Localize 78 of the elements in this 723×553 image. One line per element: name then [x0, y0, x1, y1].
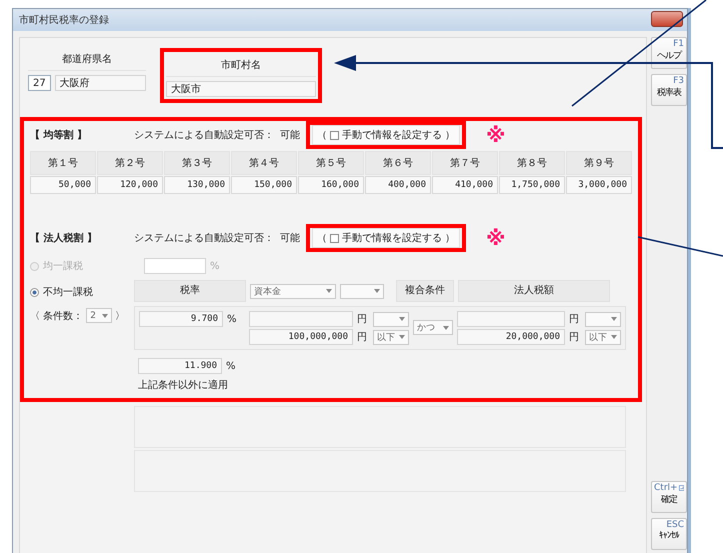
bracket: 〉	[115, 310, 126, 322]
unit-label: %	[210, 260, 220, 272]
amount-field[interactable]: 1,750,000	[499, 176, 565, 194]
amount-field[interactable]: 410,000	[432, 176, 498, 194]
default-note: 上記条件以外に適用	[138, 378, 229, 392]
caret-icon	[399, 317, 405, 321]
auto-setting-value: 可能	[280, 128, 300, 142]
municipality-field[interactable]: 大阪市	[166, 81, 316, 97]
close-button[interactable]	[651, 11, 683, 27]
dropdown[interactable]	[373, 312, 409, 326]
dropdown[interactable]: 以下	[373, 330, 409, 344]
function-key-button[interactable]: F3 税率表	[651, 74, 687, 106]
column-header: 第４号	[231, 151, 297, 175]
caret-icon	[326, 289, 332, 293]
unit-label: 円	[569, 313, 580, 326]
amount-field[interactable]: 100,000,000	[249, 329, 353, 345]
column-header: 複合条件	[396, 280, 454, 302]
amount-field[interactable]: 120,000	[97, 176, 163, 194]
column-header: 法人税額	[458, 280, 610, 302]
unit-label: %	[227, 314, 237, 324]
auto-setting-value: 可能	[280, 232, 300, 245]
caret-icon	[611, 335, 617, 339]
amount-field[interactable]: 150,000	[231, 176, 297, 194]
unit-label: 円	[357, 331, 368, 344]
amount-field[interactable]	[457, 311, 565, 327]
field-label: 市町村名	[166, 54, 316, 77]
amount-field[interactable]: 50,000	[30, 176, 96, 194]
dropdown[interactable]: かつ	[413, 320, 453, 335]
amount-field[interactable]	[249, 311, 353, 327]
amount-field[interactable]: 3,000,000	[566, 176, 632, 194]
uniform-rate-field[interactable]	[144, 258, 206, 274]
window-title: 市町村民税率の登録	[19, 14, 109, 27]
code-field[interactable]: 27	[28, 75, 51, 91]
function-key-button[interactable]: F1 ヘルプ	[651, 37, 687, 69]
column-header: 第７号	[432, 151, 498, 175]
column-header: 第２号	[97, 151, 163, 175]
caret-icon	[374, 289, 380, 293]
radio-option[interactable]: 不均一課税	[30, 282, 130, 302]
function-key-button[interactable]: ESC ｷｬﾝｾﾙ	[651, 518, 687, 550]
manual-checkbox[interactable]: （ 手動で情報を設定する ）	[312, 125, 460, 145]
reference-mark: ※	[486, 226, 506, 250]
column-header: 第３号	[164, 151, 230, 175]
dropdown[interactable]	[585, 312, 621, 326]
column-header: 第６号	[365, 151, 431, 175]
caret-icon	[443, 326, 449, 330]
dropdown[interactable]: 以下	[585, 330, 621, 344]
unit-label: 円	[569, 331, 580, 344]
column-header: 税率	[134, 280, 246, 302]
auto-setting-label: システムによる自動設定可否：	[134, 128, 274, 142]
section-title: 【 均等割 】	[30, 128, 88, 142]
column-header: 第９号	[566, 151, 632, 175]
unit-label: %	[226, 360, 236, 372]
caret-icon	[399, 335, 405, 339]
manual-checkbox[interactable]: （ 手動で情報を設定する ）	[312, 228, 460, 248]
rate-field[interactable]: 9.700	[139, 311, 223, 327]
amount-field[interactable]: 130,000	[164, 176, 230, 194]
field-label: 都道府県名	[28, 48, 146, 71]
column-header: 第５号	[298, 151, 364, 175]
dropdown[interactable]: 2	[86, 308, 112, 323]
auto-setting-label: システムによる自動設定可否：	[134, 232, 274, 245]
reference-mark: ※	[486, 123, 506, 147]
dropdown[interactable]: 資本金	[250, 284, 336, 298]
caret-icon	[102, 314, 108, 318]
prefecture-field[interactable]: 大阪府	[54, 75, 146, 91]
function-key-button[interactable]: Ctrl+ 確定	[651, 481, 687, 513]
column-header: 第１号	[30, 151, 96, 175]
amount-field[interactable]: 400,000	[365, 176, 431, 194]
section-title: 【 法人税割 】	[30, 232, 98, 245]
unit-label: 円	[357, 313, 368, 326]
amount-field[interactable]: 20,000,000	[457, 329, 565, 345]
checkbox[interactable]	[330, 130, 339, 140]
checkbox[interactable]	[330, 234, 339, 242]
column-header: 第８号	[499, 151, 565, 175]
rate-field[interactable]: 11.900	[138, 358, 222, 374]
caret-icon	[611, 317, 617, 321]
amount-field[interactable]: 160,000	[298, 176, 364, 194]
dropdown[interactable]	[340, 284, 384, 298]
condition-count-label: 〈 条件数：	[30, 310, 84, 322]
